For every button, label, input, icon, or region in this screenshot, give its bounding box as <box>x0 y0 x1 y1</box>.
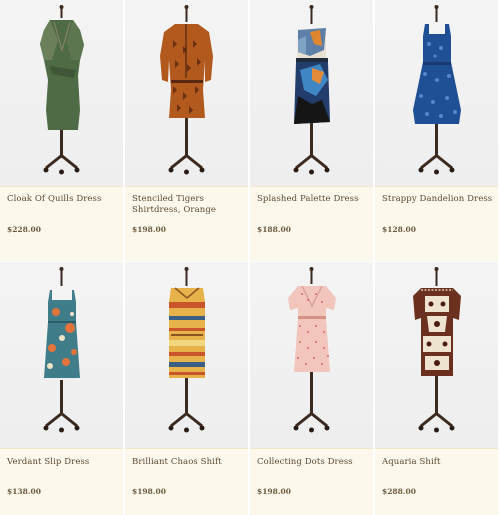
product-price: $228.00 <box>7 225 41 234</box>
product-price: $128.00 <box>382 225 416 234</box>
product-image[interactable] <box>250 262 373 448</box>
product-card[interactable]: Cloak Of Quills Dress $228.00 <box>0 0 123 261</box>
product-card[interactable]: Brilliant Chaos Shift $198.00 <box>125 262 248 515</box>
product-info: Verdant Slip Dress $138.00 <box>0 448 123 515</box>
product-name[interactable]: Cloak Of Quills Dress <box>7 194 119 205</box>
product-info: Stenciled Tigers Shirtdress, Orange $198… <box>125 186 248 261</box>
product-info: Cloak Of Quills Dress $228.00 <box>0 186 123 261</box>
product-name[interactable]: Aquaria Shift <box>382 457 494 468</box>
product-name[interactable]: Strappy Dandelion Dress <box>382 194 494 205</box>
product-image[interactable] <box>375 0 498 186</box>
product-name[interactable]: Brilliant Chaos Shift <box>132 457 244 468</box>
product-image[interactable] <box>250 0 373 186</box>
product-info: Aquaria Shift $288.00 <box>375 448 498 515</box>
product-price: $288.00 <box>382 487 416 496</box>
product-name[interactable]: Collecting Dots Dress <box>257 457 369 468</box>
product-grid: Cloak Of Quills Dress $228.00 Stenciled … <box>0 0 500 515</box>
product-card[interactable]: Strappy Dandelion Dress $128.00 <box>375 0 498 261</box>
product-card[interactable]: Verdant Slip Dress $138.00 <box>0 262 123 515</box>
product-info: Splashed Palette Dress $188.00 <box>250 186 373 261</box>
product-price: $198.00 <box>257 487 291 496</box>
product-price: $138.00 <box>7 487 41 496</box>
product-price: $188.00 <box>257 225 291 234</box>
product-image[interactable] <box>0 0 123 186</box>
product-card[interactable]: Aquaria Shift $288.00 <box>375 262 498 515</box>
product-name[interactable]: Verdant Slip Dress <box>7 457 119 468</box>
product-name[interactable]: Stenciled Tigers Shirtdress, Orange <box>132 194 244 216</box>
product-image[interactable] <box>125 262 248 448</box>
product-price: $198.00 <box>132 225 166 234</box>
product-price: $198.00 <box>132 487 166 496</box>
product-info: Brilliant Chaos Shift $198.00 <box>125 448 248 515</box>
product-card[interactable]: Collecting Dots Dress $198.00 <box>250 262 373 515</box>
product-image[interactable] <box>125 0 248 186</box>
product-image[interactable] <box>0 262 123 448</box>
product-card[interactable]: Stenciled Tigers Shirtdress, Orange $198… <box>125 0 248 261</box>
product-card[interactable]: Splashed Palette Dress $188.00 <box>250 0 373 261</box>
product-image[interactable] <box>375 262 498 448</box>
product-info: Collecting Dots Dress $198.00 <box>250 448 373 515</box>
product-info: Strappy Dandelion Dress $128.00 <box>375 186 498 261</box>
product-name[interactable]: Splashed Palette Dress <box>257 194 369 205</box>
